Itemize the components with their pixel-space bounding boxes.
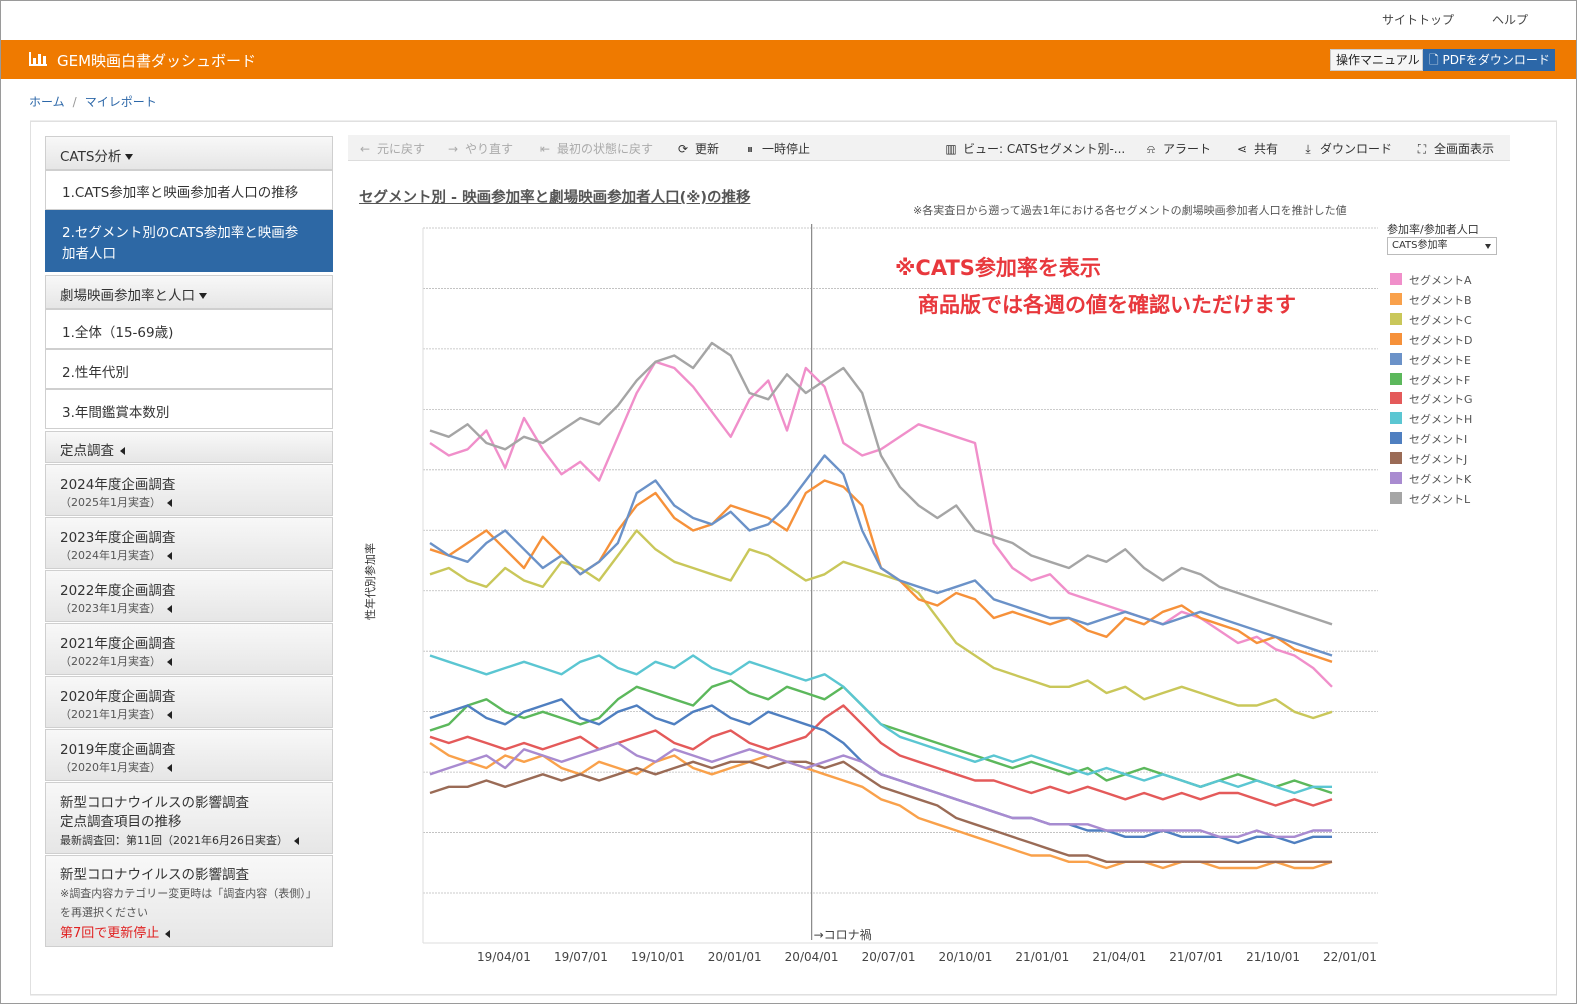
chevron-down-icon [1485,244,1491,249]
x-tick-label: 20/07/01 [862,950,916,964]
x-tick-label: 19/10/01 [631,950,685,964]
x-tick-label: 19/07/01 [554,950,608,964]
legend-swatch [1390,392,1402,405]
legend-label: セグメントG [1409,393,1473,407]
legend-label: セグメントC [1409,313,1472,327]
legend-label: セグメントE [1409,353,1471,367]
series-line [429,741,1332,838]
x-tick-label: 21/10/01 [1246,950,1300,964]
legend-swatch [1390,452,1402,465]
metric-select[interactable]: CATS参加率 [1387,237,1497,255]
series-line [429,360,1333,688]
covid-annotation: →コロナ禍 [814,927,872,942]
series-line [429,454,1333,657]
legend-swatch [1390,491,1402,504]
legend-label: セグメントF [1409,373,1471,387]
x-tick-label: 20/01/01 [708,950,762,964]
series-line [429,341,1333,626]
legend-swatch [1390,372,1402,385]
series-line [429,698,1332,845]
x-tick-label: 21/01/01 [1015,950,1069,964]
legend-swatch [1390,312,1402,325]
legend-label: セグメントH [1409,413,1473,427]
legend-swatch [1390,352,1402,365]
overlay-line1: ※CATS参加率を表示 [895,256,1101,280]
legend-swatch [1390,292,1402,305]
legend-label: セグメントA [1409,274,1472,287]
x-tick-label: 21/04/01 [1092,950,1146,964]
legend-swatch [1390,412,1402,425]
x-tick-label: 20/04/01 [785,950,839,964]
legend-swatch [1390,273,1402,285]
x-tick-label: 22/01/01 [1323,950,1377,964]
series-line [429,679,1333,795]
series-line [429,760,1332,863]
x-tick-label: 21/07/01 [1169,950,1223,964]
legend-swatch [1390,432,1402,445]
legend-label: セグメントJ [1409,453,1468,467]
legend-label: セグメントD [1409,333,1473,347]
line-chart[interactable]: 19/04/01 19/07/01 19/10/01 20/01/01 20/04/01… [0,0,1577,1004]
legend-swatch [1390,472,1402,484]
x-tick-label: 19/04/01 [477,950,531,964]
legend-swatch [1390,332,1402,345]
legend-title: 参加率/参加者人口 [1387,223,1479,236]
legend-label: セグメントI [1409,433,1468,447]
legend-label: セグメントK [1409,473,1472,486]
overlay-line2: 商品版では各週の値を確認いただけます [918,293,1296,317]
legend-label: セグメントB [1409,293,1472,307]
x-tick-label: 20/10/01 [939,950,993,964]
metric-select-value: CATS参加率 [1392,240,1448,251]
legend-label: セグメントL [1409,492,1471,506]
series-line [429,479,1333,663]
